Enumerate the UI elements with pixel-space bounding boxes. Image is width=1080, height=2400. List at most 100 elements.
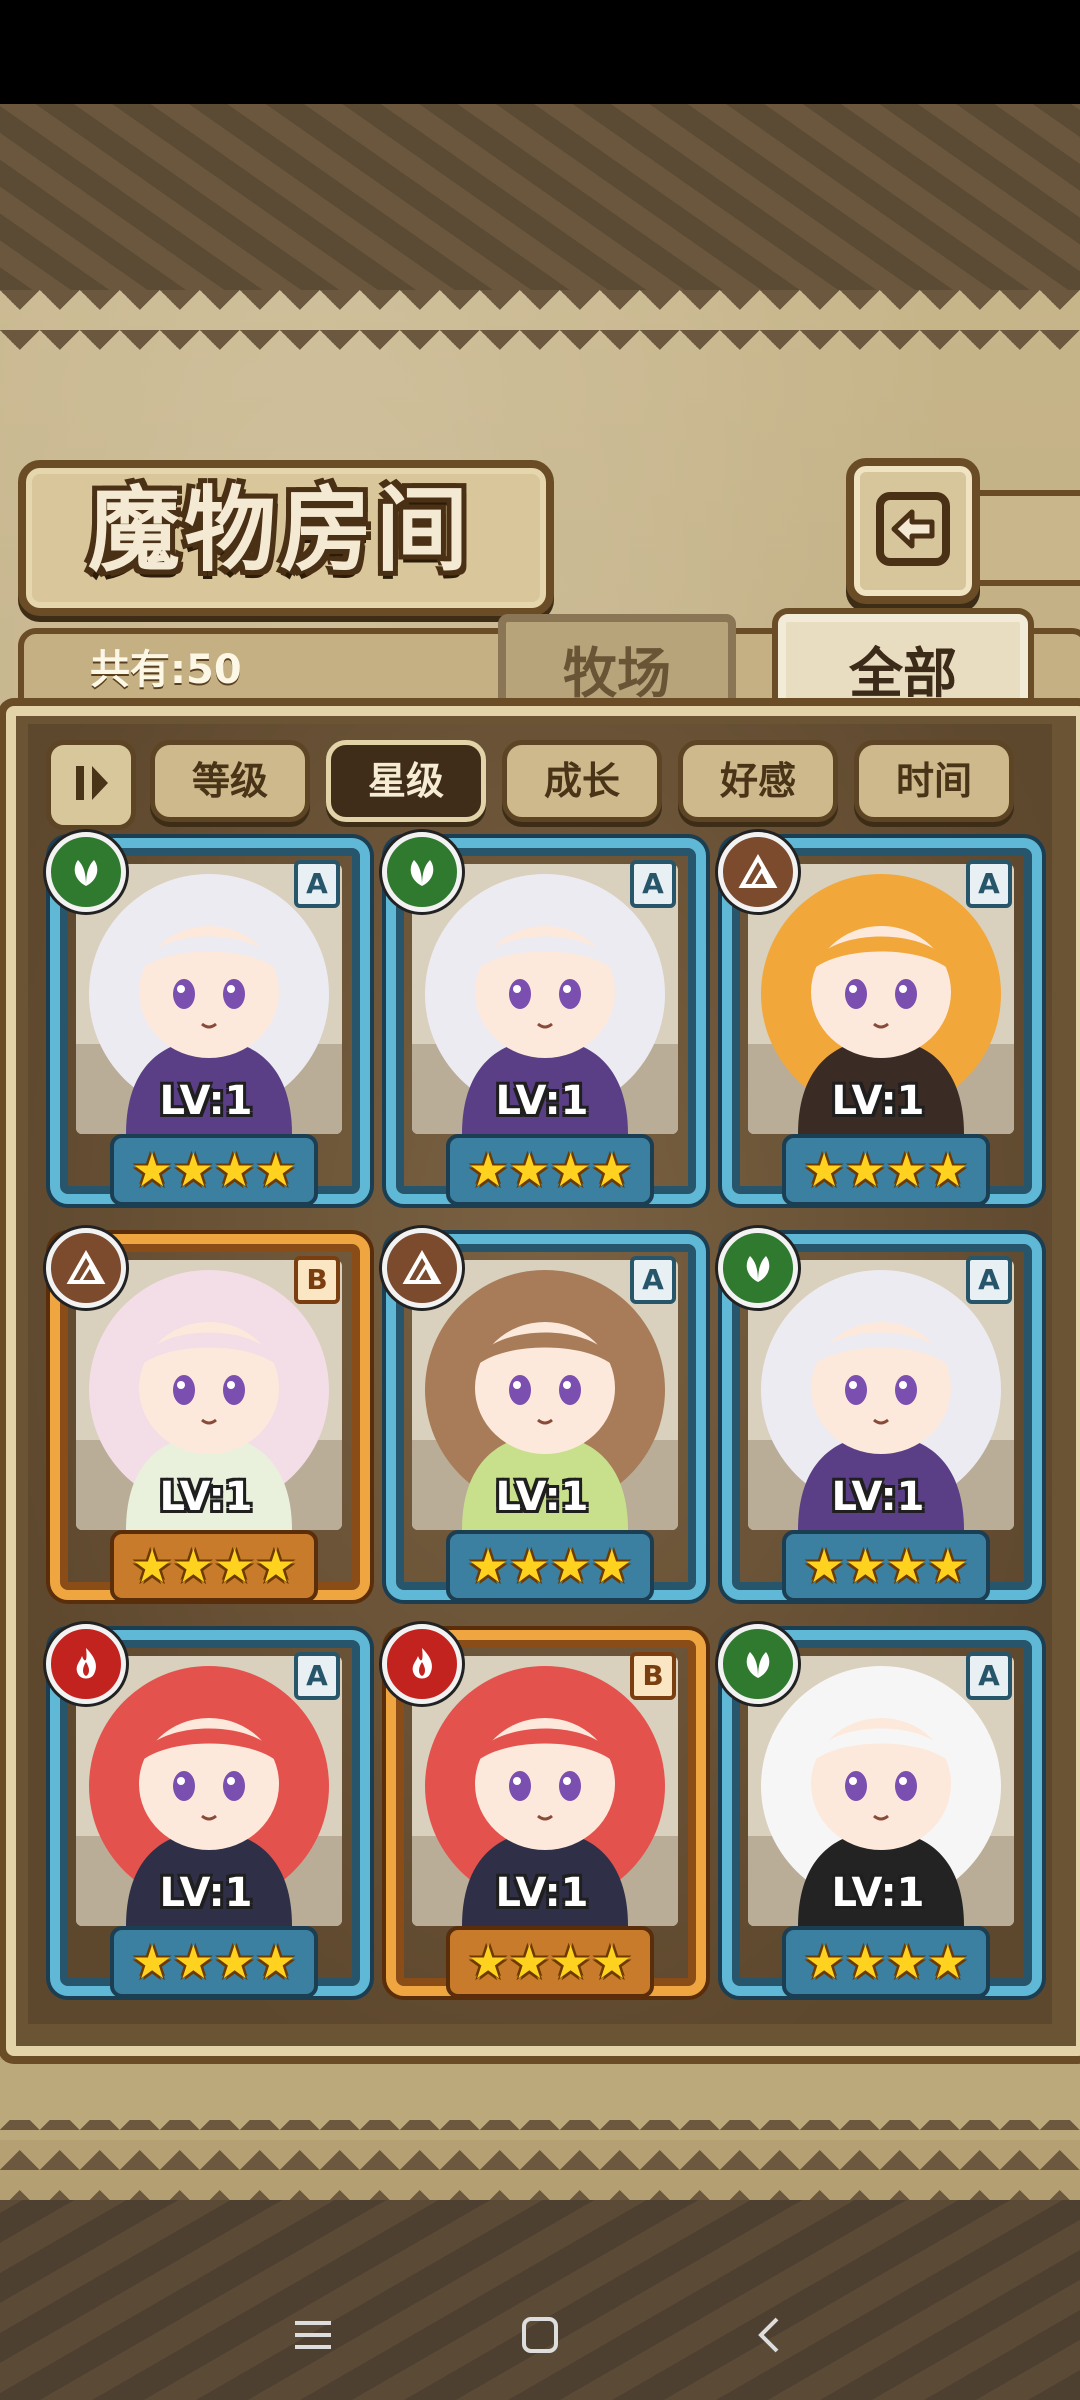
star-rating: ★ ★ ★ ★ xyxy=(110,1134,318,1206)
star-icon: ★ xyxy=(508,1143,550,1197)
star-icon: ★ xyxy=(844,1143,886,1197)
star-icon: ★ xyxy=(214,1935,256,1989)
map-background-top xyxy=(0,104,1080,294)
grass-element-icon xyxy=(46,832,126,912)
star-icon: ★ xyxy=(550,1539,592,1593)
monster-card[interactable]: B LV:1 ★ ★ ★ ★ xyxy=(382,1624,706,1998)
star-rating: ★ ★ ★ ★ xyxy=(446,1926,654,1998)
star-icon: ★ xyxy=(927,1935,969,1989)
filter-growth-button[interactable]: 成长 xyxy=(502,740,662,822)
star-icon: ★ xyxy=(467,1935,509,1989)
level-label: LV:1 xyxy=(495,1474,589,1520)
monster-card[interactable]: A LV:1 ★ ★ ★ ★ xyxy=(718,1624,1042,1998)
star-icon: ★ xyxy=(550,1935,592,1989)
rank-badge: A xyxy=(630,860,676,908)
level-label: LV:1 xyxy=(495,1078,589,1124)
star-icon: ★ xyxy=(131,1143,173,1197)
filter-affinity-button[interactable]: 好感 xyxy=(678,740,838,822)
level-label: LV:1 xyxy=(159,1078,253,1124)
rank-badge: B xyxy=(294,1256,340,1304)
star-rating: ★ ★ ★ ★ xyxy=(110,1530,318,1602)
star-icon: ★ xyxy=(803,1143,845,1197)
rank-badge: B xyxy=(630,1652,676,1700)
star-icon: ★ xyxy=(214,1539,256,1593)
grass-element-icon xyxy=(718,1228,798,1308)
status-bar xyxy=(0,0,1080,104)
rank-badge: A xyxy=(294,860,340,908)
fire-element-icon xyxy=(46,1624,126,1704)
filter-row: 等级 星级 成长 好感 时间 xyxy=(46,736,1046,832)
level-label: LV:1 xyxy=(831,1078,925,1124)
star-icon: ★ xyxy=(591,1539,633,1593)
star-icon: ★ xyxy=(508,1539,550,1593)
monster-card[interactable]: A LV:1 ★ ★ ★ ★ xyxy=(382,832,706,1206)
star-icon: ★ xyxy=(255,1143,297,1197)
rank-badge: A xyxy=(294,1652,340,1700)
home-square-icon[interactable] xyxy=(505,2300,575,2370)
level-label: LV:1 xyxy=(831,1870,925,1916)
star-icon: ★ xyxy=(886,1935,928,1989)
fire-element-icon xyxy=(382,1624,462,1704)
star-icon: ★ xyxy=(172,1935,214,1989)
star-icon: ★ xyxy=(172,1539,214,1593)
star-icon: ★ xyxy=(172,1143,214,1197)
star-icon: ★ xyxy=(508,1935,550,1989)
monster-card[interactable]: A LV:1 ★ ★ ★ ★ xyxy=(718,832,1042,1206)
monster-card[interactable]: A LV:1 ★ ★ ★ ★ xyxy=(718,1228,1042,1602)
star-icon: ★ xyxy=(803,1935,845,1989)
rock-element-icon xyxy=(382,1228,462,1308)
zigzag-border-top xyxy=(0,290,1080,350)
star-icon: ★ xyxy=(131,1539,173,1593)
star-rating: ★ ★ ★ ★ xyxy=(446,1530,654,1602)
system-navbar xyxy=(0,2270,1080,2400)
monster-card[interactable]: A LV:1 ★ ★ ★ ★ xyxy=(46,1624,370,1998)
star-rating: ★ ★ ★ ★ xyxy=(782,1134,990,1206)
star-icon: ★ xyxy=(255,1539,297,1593)
grass-element-icon xyxy=(718,1624,798,1704)
monster-card[interactable]: A LV:1 ★ ★ ★ ★ xyxy=(46,832,370,1206)
rock-element-icon xyxy=(46,1228,126,1308)
sort-order-icon xyxy=(66,758,116,812)
star-icon: ★ xyxy=(591,1935,633,1989)
star-icon: ★ xyxy=(927,1143,969,1197)
star-icon: ★ xyxy=(844,1935,886,1989)
star-rating: ★ ★ ★ ★ xyxy=(782,1926,990,1998)
rank-badge: A xyxy=(966,1652,1012,1700)
level-label: LV:1 xyxy=(495,1870,589,1916)
star-icon: ★ xyxy=(214,1143,256,1197)
star-icon: ★ xyxy=(467,1143,509,1197)
rank-badge: A xyxy=(630,1256,676,1304)
star-icon: ★ xyxy=(886,1143,928,1197)
filter-star-button[interactable]: 星级 xyxy=(326,740,486,822)
star-icon: ★ xyxy=(927,1539,969,1593)
menu-icon[interactable] xyxy=(278,2300,348,2370)
rank-badge: A xyxy=(966,860,1012,908)
filter-level-button[interactable]: 等级 xyxy=(150,740,310,822)
back-chevron-icon[interactable] xyxy=(734,2300,804,2370)
star-icon: ★ xyxy=(886,1539,928,1593)
monster-card[interactable]: A LV:1 ★ ★ ★ ★ xyxy=(382,1228,706,1602)
sort-order-button[interactable] xyxy=(46,740,136,830)
level-label: LV:1 xyxy=(159,1474,253,1520)
monster-card[interactable]: B LV:1 ★ ★ ★ ★ xyxy=(46,1228,370,1602)
star-rating: ★ ★ ★ ★ xyxy=(782,1530,990,1602)
star-icon: ★ xyxy=(844,1539,886,1593)
page-title: 魔物房间 xyxy=(87,476,472,584)
level-label: LV:1 xyxy=(159,1870,253,1916)
star-icon: ★ xyxy=(467,1539,509,1593)
monster-count: 共有:50 xyxy=(90,647,242,693)
star-icon: ★ xyxy=(255,1935,297,1989)
star-icon: ★ xyxy=(131,1935,173,1989)
star-icon: ★ xyxy=(550,1143,592,1197)
back-button[interactable] xyxy=(846,458,980,604)
star-rating: ★ ★ ★ ★ xyxy=(446,1134,654,1206)
level-label: LV:1 xyxy=(831,1474,925,1520)
zigzag-border-bottom xyxy=(0,2120,1080,2210)
return-arrow-icon xyxy=(874,490,952,572)
rock-element-icon xyxy=(718,832,798,912)
grass-element-icon xyxy=(382,832,462,912)
star-icon: ★ xyxy=(591,1143,633,1197)
rank-badge: A xyxy=(966,1256,1012,1304)
filter-time-button[interactable]: 时间 xyxy=(854,740,1014,822)
star-icon: ★ xyxy=(803,1539,845,1593)
